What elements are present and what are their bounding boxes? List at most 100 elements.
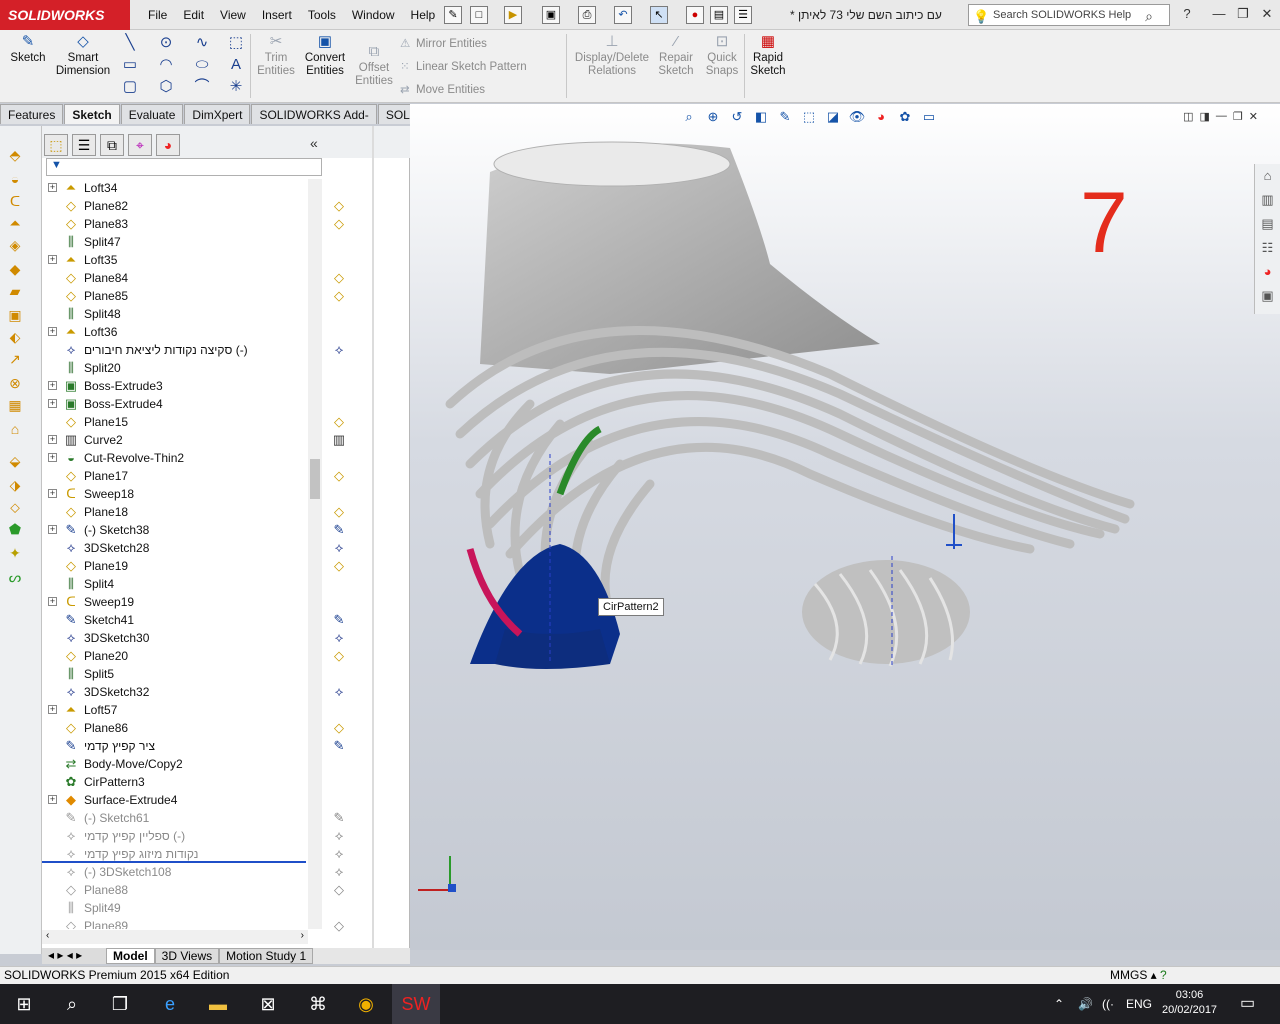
- construction-geometry-icon[interactable]: ⬚: [226, 34, 246, 52]
- feature-tree-tab-icon[interactable]: ⬚: [44, 134, 68, 156]
- repair-sketch-button[interactable]: ⁄ Repair Sketch: [656, 34, 696, 78]
- custom-properties-icon[interactable]: ▣: [1255, 284, 1280, 308]
- view-palette-icon[interactable]: ☷: [1255, 236, 1280, 260]
- tab-model[interactable]: Model: [106, 948, 155, 964]
- display-delete-relations-button[interactable]: ⊥ Display/Delete Relations: [572, 34, 652, 78]
- reference-axis-icon[interactable]: ⬗: [6, 476, 24, 494]
- graphics-area[interactable]: ⌕ ⊕ ↺ ◧ ✎ ⬚ ◪ 👁 ◕ ✿ ▭ ◫ ◨ — ❐ ✕ 7 CirPat…: [410, 104, 1280, 950]
- draft-icon[interactable]: ↗: [6, 350, 24, 368]
- tab-sketch[interactable]: Sketch: [64, 104, 120, 124]
- dome-icon[interactable]: ⌂: [6, 420, 24, 438]
- pin-icon[interactable]: ✎: [444, 6, 462, 24]
- tab-addins[interactable]: SOLIDWORKS Add-Ins: [251, 104, 377, 142]
- new-document-icon[interactable]: □: [470, 6, 488, 24]
- options-icon[interactable]: ☰: [734, 6, 752, 24]
- sweep-boss-icon[interactable]: ᑕ: [6, 192, 24, 210]
- point-icon[interactable]: ✳: [226, 78, 246, 96]
- expand-toggle-icon[interactable]: +: [48, 525, 57, 534]
- text-icon[interactable]: A: [226, 56, 246, 74]
- scroll-right-icon[interactable]: ›: [301, 930, 304, 941]
- trim-entities-button[interactable]: ✂ Trim Entities: [254, 34, 298, 78]
- move-entities-button[interactable]: ⇄ Move Entities: [400, 82, 485, 96]
- clock[interactable]: 03:06 20/02/2017: [1162, 988, 1217, 1018]
- smart-dimension-button[interactable]: ◇ Smart Dimension: [54, 34, 112, 78]
- extrude-boss-icon[interactable]: ⬘: [6, 146, 24, 164]
- expand-toggle-icon[interactable]: +: [48, 381, 57, 390]
- help-icon[interactable]: ?: [1176, 4, 1198, 24]
- loft-boss-icon[interactable]: ⏶: [6, 214, 24, 232]
- expand-toggle-icon[interactable]: +: [48, 327, 57, 336]
- expand-toggle-icon[interactable]: +: [48, 795, 57, 804]
- shell-icon[interactable]: ▣: [6, 306, 24, 324]
- status-help-icon[interactable]: ?: [1160, 968, 1167, 982]
- intersect-icon[interactable]: ⊗: [6, 374, 24, 392]
- linear-sketch-pattern-button[interactable]: ⁙ Linear Sketch Pattern: [400, 59, 527, 73]
- file-explorer-taskbar-icon[interactable]: ▬: [194, 984, 242, 1024]
- expand-toggle-icon[interactable]: +: [48, 705, 57, 714]
- menu-edit[interactable]: Edit: [175, 0, 212, 30]
- file-explorer-icon[interactable]: ▤: [1255, 212, 1280, 236]
- app-icon[interactable]: ⌘: [294, 984, 342, 1024]
- line-icon[interactable]: ╲: [120, 34, 140, 52]
- tab-evaluate[interactable]: Evaluate: [120, 104, 184, 124]
- tree-vertical-scrollbar[interactable]: [308, 179, 322, 929]
- rapid-sketch-button[interactable]: ▦ Rapid Sketch: [748, 34, 788, 78]
- wrap-icon[interactable]: ▦: [6, 396, 24, 414]
- menu-help[interactable]: Help: [403, 0, 444, 30]
- slot-icon[interactable]: ▢: [120, 78, 140, 96]
- select-icon[interactable]: ↖: [650, 6, 668, 24]
- ellipse-icon[interactable]: ⬭: [192, 56, 212, 74]
- menu-view[interactable]: View: [212, 0, 254, 30]
- surface-icon[interactable]: ⬦: [6, 498, 24, 516]
- convert-entities-button[interactable]: ▣ Convert Entities: [302, 34, 348, 78]
- start-icon[interactable]: ⊞: [0, 984, 48, 1024]
- restore-icon[interactable]: ❐: [1232, 4, 1254, 24]
- save-icon[interactable]: ▣: [542, 6, 560, 24]
- network-icon[interactable]: ((·: [1102, 984, 1114, 1024]
- scroll-left-icon[interactable]: ‹: [46, 930, 49, 941]
- expand-toggle-icon[interactable]: +: [48, 489, 57, 498]
- minimize-icon[interactable]: —: [1208, 4, 1230, 24]
- arc-icon[interactable]: ◠: [156, 56, 176, 74]
- curves-icon[interactable]: ✦: [6, 544, 24, 562]
- display-manager-tab-icon[interactable]: ◕: [156, 134, 180, 156]
- open-icon[interactable]: ▶: [504, 6, 522, 24]
- solidworks-logo[interactable]: SOLIDWORKS: [0, 0, 130, 30]
- boundary-boss-icon[interactable]: ◈: [6, 236, 24, 254]
- collapse-panel-icon[interactable]: «: [310, 135, 318, 151]
- tab-3d-views[interactable]: 3D Views: [154, 948, 220, 964]
- revolve-boss-icon[interactable]: ◒: [6, 170, 24, 188]
- store-icon[interactable]: ⊠: [244, 984, 292, 1024]
- tab-scroll-arrows[interactable]: ◂ ▸ ◂ ▸: [42, 948, 106, 964]
- volume-icon[interactable]: 🔊: [1078, 984, 1093, 1024]
- appearances-scenes-icon[interactable]: ◕: [1255, 260, 1280, 284]
- fillet-icon[interactable]: ⌒: [192, 78, 212, 96]
- menu-file[interactable]: File: [140, 0, 175, 30]
- expand-toggle-icon[interactable]: +: [48, 399, 57, 408]
- expand-toggle-icon[interactable]: +: [48, 453, 57, 462]
- reference-plane-icon[interactable]: ⬙: [6, 452, 24, 470]
- panel-splitter[interactable]: [372, 126, 374, 954]
- tab-features[interactable]: Features: [0, 104, 64, 124]
- rectangle-icon[interactable]: ▭: [120, 56, 140, 74]
- chrome-icon[interactable]: ◉: [342, 984, 390, 1024]
- notifications-icon[interactable]: ▭: [1240, 984, 1255, 1024]
- scrollbar-thumb[interactable]: [310, 459, 320, 499]
- rib-icon[interactable]: ⬖: [6, 328, 24, 346]
- model-shoe-render[interactable]: [410, 104, 1280, 950]
- expand-toggle-icon[interactable]: +: [48, 255, 57, 264]
- close-icon[interactable]: ✕: [1256, 4, 1278, 24]
- mirror-entities-button[interactable]: ⚠ Mirror Entities: [400, 36, 487, 50]
- tab-dimxpert[interactable]: DimXpert: [184, 104, 251, 124]
- dimxpert-tab-icon[interactable]: ⌖: [128, 134, 152, 156]
- helix-icon[interactable]: ᔕ: [6, 568, 24, 586]
- fillet-feature-icon[interactable]: ▰: [6, 282, 24, 300]
- search-input[interactable]: 💡 Search SOLIDWORKS Help ⌕: [968, 4, 1170, 26]
- sketch-button[interactable]: ✎ Sketch: [6, 34, 50, 65]
- menu-insert[interactable]: Insert: [254, 0, 300, 30]
- quick-snaps-button[interactable]: ⊡ Quick Snaps: [702, 34, 742, 78]
- property-manager-tab-icon[interactable]: ☰: [72, 134, 96, 156]
- undo-icon[interactable]: ↶: [614, 6, 632, 24]
- configuration-manager-tab-icon[interactable]: ⧉: [100, 134, 124, 156]
- units-indicator[interactable]: MMGS ▴ ?: [1110, 967, 1167, 984]
